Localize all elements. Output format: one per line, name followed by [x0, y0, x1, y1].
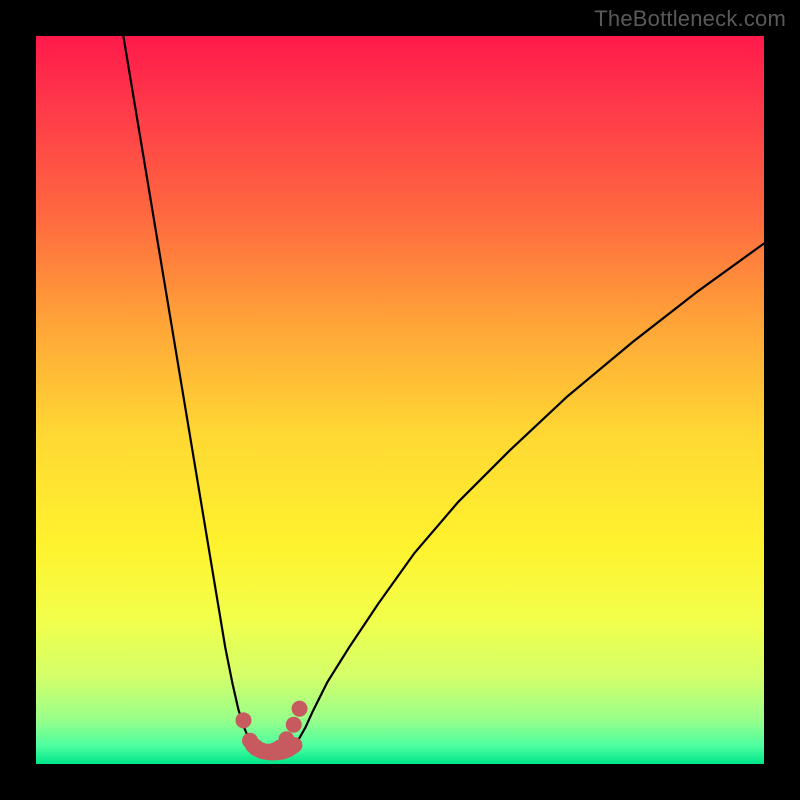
watermark-text: TheBottleneck.com	[594, 6, 786, 32]
curve-left-branch	[123, 36, 253, 745]
marker-dot	[235, 712, 251, 728]
chart-svg	[36, 36, 764, 764]
plot-area	[36, 36, 764, 764]
outer-frame: TheBottleneck.com	[0, 0, 800, 800]
marker-dot	[292, 701, 308, 717]
marker-dot	[278, 731, 294, 747]
curve-right-branch	[294, 243, 764, 745]
marker-dot	[286, 717, 302, 733]
